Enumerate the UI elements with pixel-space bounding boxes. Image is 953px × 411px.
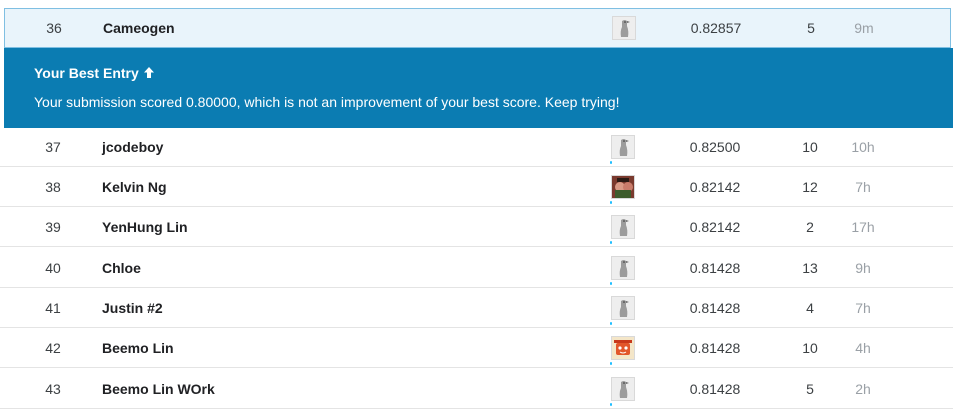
score-cell: 0.81428: [689, 259, 741, 276]
team-name-link[interactable]: Cameogen: [103, 9, 175, 47]
team-avatar-cell[interactable]: [610, 369, 636, 408]
last-submission-cell: 9m: [854, 20, 874, 36]
team-name-link[interactable]: Kelvin Ng: [102, 167, 167, 206]
entries-cell: 5: [807, 20, 815, 36]
score-cell: 0.82142: [689, 178, 741, 195]
leaderboard-row[interactable]: 38 Kelvin Ng 0.82142 12 7h: [0, 167, 953, 207]
default-kaggle-avatar-icon[interactable]: [612, 16, 636, 40]
score-cell: 0.82500: [689, 138, 741, 155]
arrow-up-icon: [143, 66, 155, 80]
rank-cell: 38: [45, 178, 61, 195]
entries-cell: 10: [802, 339, 818, 356]
avatar-indicator: [610, 322, 612, 325]
banner-title-text: Your Best Entry: [34, 65, 139, 81]
avatar-indicator: [610, 282, 612, 285]
leaderboard-row[interactable]: 37 jcodeboy 0.82500 10 10h: [0, 127, 953, 167]
team-name-link[interactable]: Chloe: [102, 248, 141, 287]
score-cell: 0.81428: [689, 380, 741, 397]
team-avatar-cell[interactable]: [610, 167, 636, 206]
photo-avatar-icon[interactable]: [611, 174, 635, 199]
default-kaggle-avatar-icon[interactable]: [611, 295, 635, 320]
leaderboard-row[interactable]: 40 Chloe 0.81428 13 9h: [0, 248, 953, 288]
leaderboard-row[interactable]: 42 Beemo Lin 0.81428 10 4h: [0, 328, 953, 368]
cartoon-avatar-icon[interactable]: [611, 335, 635, 360]
leaderboard-row[interactable]: 39 YenHung Lin 0.82142 2 17h: [0, 207, 953, 247]
leaderboard-row[interactable]: 43 Beemo Lin WOrk 0.81428 5 2h: [0, 369, 953, 409]
avatar-indicator: [610, 403, 612, 406]
last-submission-cell: 7h: [855, 178, 871, 195]
entries-cell: 10: [802, 138, 818, 155]
last-submission-cell: 2h: [855, 380, 871, 397]
score-cell: 0.82142: [689, 218, 741, 235]
entries-cell: 4: [806, 299, 814, 316]
team-avatar-cell[interactable]: [610, 328, 636, 367]
banner-title: Your Best Entry: [34, 64, 923, 82]
avatar-indicator: [610, 362, 612, 365]
leaderboard-row[interactable]: 41 Justin #2 0.81428 4 7h: [0, 288, 953, 328]
team-name-link[interactable]: Beemo Lin WOrk: [102, 369, 215, 408]
team-name-link[interactable]: jcodeboy: [102, 127, 163, 166]
team-avatar-cell[interactable]: [610, 207, 636, 246]
team-avatar-cell[interactable]: [610, 127, 636, 166]
default-kaggle-avatar-icon[interactable]: [611, 255, 635, 280]
rank-cell: 42: [45, 339, 61, 356]
banner-message: Your submission scored 0.80000, which is…: [34, 94, 620, 110]
default-kaggle-avatar-icon[interactable]: [611, 214, 635, 239]
avatar-indicator: [610, 241, 612, 244]
score-cell: 0.81428: [689, 299, 741, 316]
team-avatar-cell[interactable]: [610, 248, 636, 287]
rank-cell: 39: [45, 218, 61, 235]
team-name-link[interactable]: YenHung Lin: [102, 207, 188, 246]
best-entry-banner: Your Best Entry Your submission scored 0…: [4, 48, 953, 128]
entries-cell: 2: [806, 218, 814, 235]
default-kaggle-avatar-icon[interactable]: [611, 134, 635, 159]
last-submission-cell: 7h: [855, 299, 871, 316]
last-submission-cell: 4h: [855, 339, 871, 356]
leaderboard-row-current[interactable]: 36 Cameogen 0.82857 5 9m: [4, 8, 951, 48]
rank-cell: 36: [46, 20, 62, 36]
team-avatar-cell[interactable]: [611, 9, 637, 47]
team-name-link[interactable]: Beemo Lin: [102, 328, 174, 367]
rank-cell: 41: [45, 299, 61, 316]
avatar-indicator: [610, 161, 612, 164]
default-kaggle-avatar-icon[interactable]: [611, 376, 635, 401]
leaderboard: 36 Cameogen 0.82857 5 9m Your Best Entry: [0, 0, 953, 411]
rank-cell: 40: [45, 259, 61, 276]
avatar-indicator: [610, 201, 612, 204]
rank-cell: 37: [45, 138, 61, 155]
last-submission-cell: 9h: [855, 259, 871, 276]
last-submission-cell: 17h: [851, 218, 875, 235]
team-name-link[interactable]: Justin #2: [102, 288, 163, 327]
entries-cell: 5: [806, 380, 814, 397]
entries-cell: 12: [802, 178, 818, 195]
team-avatar-cell[interactable]: [610, 288, 636, 327]
last-submission-cell: 10h: [851, 138, 875, 155]
score-cell: 0.81428: [689, 339, 741, 356]
entries-cell: 13: [802, 259, 818, 276]
rank-cell: 43: [45, 380, 61, 397]
score-cell: 0.82857: [690, 20, 742, 36]
